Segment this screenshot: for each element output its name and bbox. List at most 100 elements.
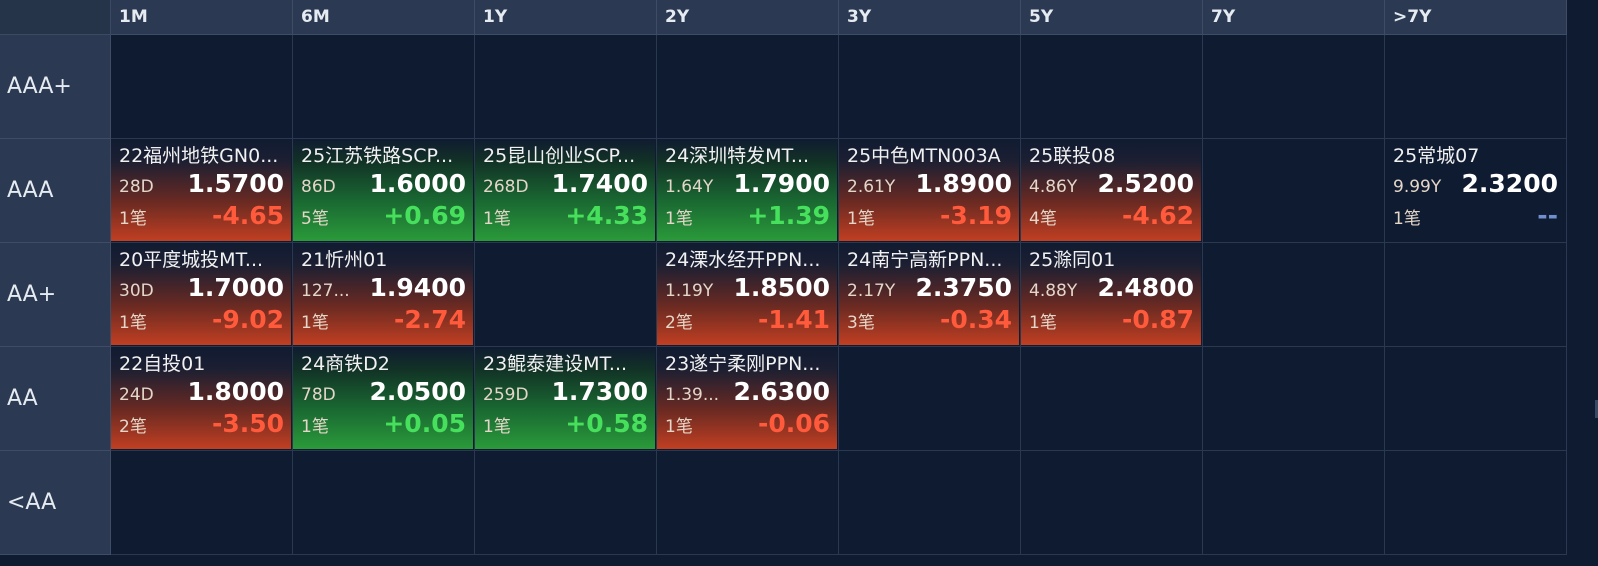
grid-cell: [293, 35, 475, 139]
yield-change-bp: +0.58: [565, 409, 648, 438]
bond-name: 25江苏铁路SCP...: [301, 145, 454, 167]
column-header-6m[interactable]: 6M: [293, 0, 475, 35]
bond-quote-card[interactable]: 25滁同01 4.88Y 2.4800 1笔 -0.87: [1021, 243, 1201, 345]
trade-line: 3笔 -0.34: [847, 305, 1012, 334]
grid-cell: 20平度城投MT... 30D 1.7000 1笔 -9.02: [111, 243, 293, 347]
grid-cell: [1203, 243, 1385, 347]
trade-count: 1笔: [119, 209, 147, 229]
trade-line: 1笔 -0.87: [1029, 305, 1194, 334]
trade-line: 4笔 -4.62: [1029, 201, 1194, 230]
yield-change-bp: -9.02: [211, 305, 284, 334]
column-header-7y[interactable]: 7Y: [1203, 0, 1385, 35]
trade-count: 5笔: [301, 209, 329, 229]
trade-count: 2笔: [119, 417, 147, 437]
remaining-term: 78D: [301, 385, 336, 405]
trade-count: 1笔: [301, 417, 329, 437]
bond-quote-card[interactable]: 25常城07 9.99Y 2.3200 1笔 --: [1385, 139, 1565, 241]
yield-change-bp: +1.39: [747, 201, 830, 230]
bond-quote-grid: 1M 6M 1Y 2Y 3Y 5Y 7Y >7Y AAA+ AAA 22福州地铁GN0... 28D 1…: [0, 0, 1598, 566]
row-header-aa[interactable]: AA: [0, 347, 111, 451]
yield-change-bp: -1.41: [757, 305, 830, 334]
grid-cell: 24深圳特发MT... 1.64Y 1.7900 1笔 +1.39: [657, 139, 839, 243]
column-header-5y[interactable]: 5Y: [1021, 0, 1203, 35]
yield-change-bp: -0.34: [939, 305, 1012, 334]
grid-cell: 25滁同01 4.88Y 2.4800 1笔 -0.87: [1021, 243, 1203, 347]
bond-quote-card[interactable]: 20平度城投MT... 30D 1.7000 1笔 -9.02: [111, 243, 291, 345]
column-header-1y[interactable]: 1Y: [475, 0, 657, 35]
yield-change-bp: -3.50: [211, 409, 284, 438]
column-header-7y[interactable]: >7Y: [1385, 0, 1567, 35]
remaining-term: 86D: [301, 177, 336, 197]
bond-quote-card[interactable]: 25联投08 4.86Y 2.5200 4笔 -4.62: [1021, 139, 1201, 241]
remaining-term: 2.17Y: [847, 281, 896, 301]
bond-quote-card[interactable]: 24商铁D2 78D 2.0500 1笔 +0.05: [293, 347, 473, 449]
trade-line: 2笔 -1.41: [665, 305, 830, 334]
remaining-term: 1.64Y: [665, 177, 714, 197]
grid-cell: [111, 451, 293, 555]
grid-cell: [839, 347, 1021, 451]
trade-yield: 1.8000: [187, 377, 284, 406]
bond-quote-card[interactable]: 25江苏铁路SCP... 86D 1.6000 5笔 +0.69: [293, 139, 473, 241]
remaining-term: 24D: [119, 385, 154, 405]
row-header-lt-aa[interactable]: <AA: [0, 451, 111, 555]
trade-yield: 2.4800: [1097, 273, 1194, 302]
bond-quote-card[interactable]: 22自投01 24D 1.8000 2笔 -3.50: [111, 347, 291, 449]
grid-cell: 25联投08 4.86Y 2.5200 4笔 -4.62: [1021, 139, 1203, 243]
grid-cell: [475, 35, 657, 139]
quote-line: 78D 2.0500: [301, 377, 466, 409]
yield-change-bp: +0.05: [383, 409, 466, 438]
quote-line: 1.64Y 1.7900: [665, 169, 830, 201]
quote-line: 9.99Y 2.3200: [1393, 169, 1558, 201]
bond-name: 23鲲泰建设MT...: [483, 353, 628, 375]
trade-yield: 1.9400: [369, 273, 466, 302]
trade-count: 1笔: [483, 209, 511, 229]
quote-line: 86D 1.6000: [301, 169, 466, 201]
bond-quote-card[interactable]: 23遂宁柔刚PPN... 1.39... 2.6300 1笔 -0.06: [657, 347, 837, 449]
grid-cell: 24溧水经开PPN... 1.19Y 1.8500 2笔 -1.41: [657, 243, 839, 347]
row-header-aaa[interactable]: AAA: [0, 139, 111, 243]
bond-name: 24商铁D2: [301, 353, 390, 375]
column-header-3y[interactable]: 3Y: [839, 0, 1021, 35]
bond-name: 22福州地铁GN0...: [119, 145, 279, 167]
bond-quote-card[interactable]: 23鲲泰建设MT... 259D 1.7300 1笔 +0.58: [475, 347, 655, 449]
bond-name: 25中色MTN003A: [847, 145, 1001, 167]
trade-yield: 1.8900: [915, 169, 1012, 198]
grid-cell: [1021, 35, 1203, 139]
bond-quote-card[interactable]: 22福州地铁GN0... 28D 1.5700 1笔 -4.65: [111, 139, 291, 241]
bond-name: 24深圳特发MT...: [665, 145, 810, 167]
trade-count: 1笔: [1393, 209, 1421, 229]
column-header-2y[interactable]: 2Y: [657, 0, 839, 35]
bond-quote-card[interactable]: 21忻州01 127... 1.9400 1笔 -2.74: [293, 243, 473, 345]
row-header-aa-plus[interactable]: AA+: [0, 243, 111, 347]
grid-cell: 22福州地铁GN0... 28D 1.5700 1笔 -4.65: [111, 139, 293, 243]
grid-cell: [1385, 347, 1567, 451]
quote-line: 2.61Y 1.8900: [847, 169, 1012, 201]
trade-line: 1笔 --: [1393, 201, 1558, 230]
quote-line: 28D 1.5700: [119, 169, 284, 201]
trade-yield: 2.0500: [369, 377, 466, 406]
bond-quote-card[interactable]: 24南宁高新PPN... 2.17Y 2.3750 3笔 -0.34: [839, 243, 1019, 345]
trade-line: 1笔 -0.06: [665, 409, 830, 438]
bond-name: 21忻州01: [301, 249, 388, 271]
grid-cell: [293, 451, 475, 555]
bond-quote-card[interactable]: 24溧水经开PPN... 1.19Y 1.8500 2笔 -1.41: [657, 243, 837, 345]
bond-name: 20平度城投MT...: [119, 249, 264, 271]
grid-cell: [839, 451, 1021, 555]
bond-quote-card[interactable]: 25中色MTN003A 2.61Y 1.8900 1笔 -3.19: [839, 139, 1019, 241]
bond-quote-card[interactable]: 25昆山创业SCP... 268D 1.7400 1笔 +4.33: [475, 139, 655, 241]
bond-name: 24南宁高新PPN...: [847, 249, 1003, 271]
bond-quote-card[interactable]: 24深圳特发MT... 1.64Y 1.7900 1笔 +1.39: [657, 139, 837, 241]
yield-change-bp: +4.33: [565, 201, 648, 230]
column-header-1m[interactable]: 1M: [111, 0, 293, 35]
remaining-term: 259D: [483, 385, 529, 405]
bond-name: 23遂宁柔刚PPN...: [665, 353, 821, 375]
trade-line: 1笔 -3.19: [847, 201, 1012, 230]
remaining-term: 28D: [119, 177, 154, 197]
grid-cell: [1203, 139, 1385, 243]
yield-change-bp: -0.87: [1121, 305, 1194, 334]
remaining-term: 4.88Y: [1029, 281, 1078, 301]
yield-change-bp: -4.62: [1121, 201, 1194, 230]
trade-count: 1笔: [483, 417, 511, 437]
row-header-aaa-plus[interactable]: AAA+: [0, 35, 111, 139]
bond-name: 22自投01: [119, 353, 206, 375]
